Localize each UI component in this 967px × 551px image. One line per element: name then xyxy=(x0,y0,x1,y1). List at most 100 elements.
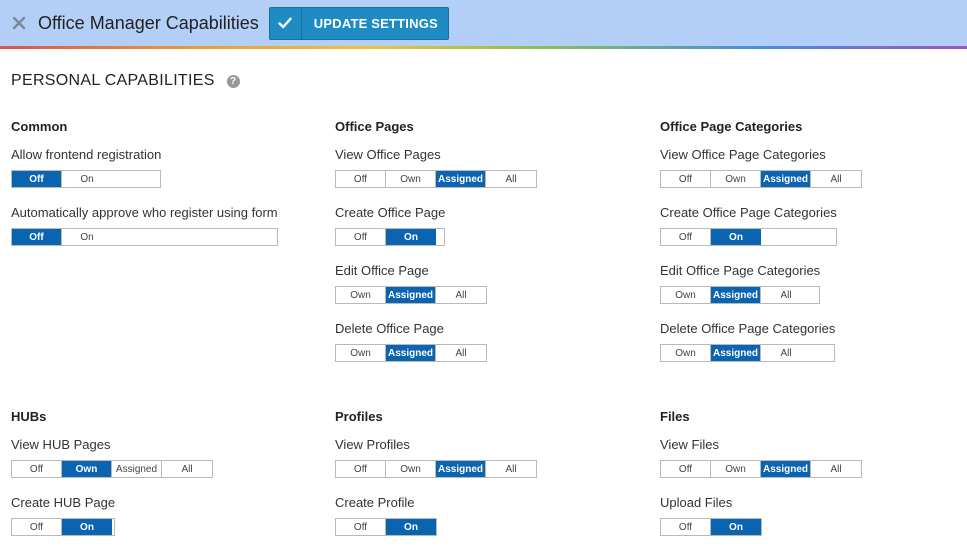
option-off[interactable]: Off xyxy=(12,519,62,535)
option-all[interactable]: All xyxy=(436,345,486,361)
section-title: PERSONAL CAPABILITIES xyxy=(11,72,215,89)
option-all[interactable]: All xyxy=(162,461,212,477)
capability-row: View Office Pages Off Own Assigned All xyxy=(335,147,537,188)
segmented-toggle: Off On xyxy=(660,518,762,536)
segmented-toggle: Off Own Assigned All xyxy=(335,170,537,188)
capability-label: View Files xyxy=(660,437,720,452)
segmented-toggle: Off On xyxy=(11,518,116,536)
option-assigned[interactable]: Assigned xyxy=(436,171,486,187)
option-assigned[interactable]: Assigned xyxy=(436,461,486,477)
group-title: Office Pages xyxy=(335,119,414,134)
group-office-pages: Office Pages View Office Pages Off Own Assi… xyxy=(335,119,635,362)
group-common: Common Allow frontend registration Off On A… xyxy=(11,119,311,246)
option-own[interactable]: Own xyxy=(711,461,761,477)
help-icon[interactable]: ? xyxy=(226,74,240,88)
segmented-toggle: Off Own Assigned All xyxy=(660,170,862,188)
group-title: Files xyxy=(660,409,690,424)
option-own[interactable]: Own xyxy=(386,461,436,477)
capability-row: Create Office Page Off On xyxy=(335,205,446,246)
group-title: Profiles xyxy=(335,409,383,424)
capability-label: View Office Pages xyxy=(335,147,441,162)
segmented-toggle: Off Own Assigned All xyxy=(660,460,862,478)
option-all[interactable]: All xyxy=(811,461,861,477)
segmented-toggle: Off Own Assigned All xyxy=(11,460,213,478)
group-hubs: HUBs View HUB Pages Off Own Assigned All Crea… xyxy=(11,409,311,536)
option-off[interactable]: Off xyxy=(12,229,62,245)
header-divider xyxy=(0,46,967,49)
option-off[interactable]: Off xyxy=(661,461,711,477)
option-all[interactable]: All xyxy=(436,287,486,303)
segmented-toggle: Own Assigned All xyxy=(660,344,836,362)
option-all[interactable]: All xyxy=(761,287,811,303)
group-title: HUBs xyxy=(11,409,47,424)
update-settings-label: UPDATE SETTINGS xyxy=(313,15,438,31)
option-off[interactable]: Off xyxy=(12,461,62,477)
capability-row: View Profiles Off Own Assigned All xyxy=(335,437,537,478)
option-own[interactable]: Own xyxy=(711,171,761,187)
capability-label: View HUB Pages xyxy=(11,437,111,452)
option-on[interactable]: On xyxy=(711,519,761,535)
segmented-toggle: Off On xyxy=(11,170,162,188)
group-office-page-categories: Office Page Categories View Office Page … xyxy=(660,119,960,362)
capability-label: Create Office Page Categories xyxy=(660,205,837,220)
option-all[interactable]: All xyxy=(486,171,536,187)
option-all[interactable]: All xyxy=(811,171,861,187)
option-off[interactable]: Off xyxy=(12,171,62,187)
capability-label: Delete Office Page xyxy=(335,321,444,336)
option-assigned[interactable]: Assigned xyxy=(711,287,761,303)
capability-row: Edit Office Page Categories Own Assigned Al… xyxy=(660,263,821,304)
group-title: Office Page Categories xyxy=(660,119,803,134)
option-on[interactable]: On xyxy=(62,229,112,245)
capability-row: Delete Office Page Own Assigned All xyxy=(335,321,487,362)
capability-label: Edit Office Page xyxy=(335,263,429,278)
capability-row: Create Profile Off On xyxy=(335,495,437,536)
option-off[interactable]: Off xyxy=(336,461,386,477)
group-title: Common xyxy=(11,119,68,134)
capability-label: Allow frontend registration xyxy=(11,147,162,162)
option-on[interactable]: On xyxy=(386,519,436,535)
option-on[interactable]: On xyxy=(62,519,112,535)
capability-row: Allow frontend registration Off On xyxy=(11,147,162,188)
option-off[interactable]: Off xyxy=(661,519,711,535)
capability-label: Delete Office Page Categories xyxy=(660,321,836,336)
capability-row: Edit Office Page Own Assigned All xyxy=(335,263,487,304)
option-on[interactable]: On xyxy=(62,171,112,187)
group-files: Files View Files Off Own Assigned All Upload … xyxy=(660,409,960,536)
capability-label: Upload Files xyxy=(660,495,733,510)
capability-label: View Profiles xyxy=(335,437,410,452)
option-off[interactable]: Off xyxy=(336,229,386,245)
option-assigned[interactable]: Assigned xyxy=(711,345,761,361)
close-icon[interactable] xyxy=(8,12,30,34)
update-settings-button[interactable]: UPDATE SETTINGS xyxy=(268,6,449,40)
option-off[interactable]: Off xyxy=(661,171,711,187)
option-off[interactable]: Off xyxy=(661,229,711,245)
option-on[interactable]: On xyxy=(711,229,761,245)
option-assigned[interactable]: Assigned xyxy=(386,287,436,303)
option-off[interactable]: Off xyxy=(336,171,386,187)
capability-row: Create Office Page Categories Off On xyxy=(660,205,837,246)
option-own[interactable]: Own xyxy=(661,287,711,303)
option-all[interactable]: All xyxy=(486,461,536,477)
check-icon xyxy=(270,7,302,39)
capability-label: Create Office Page xyxy=(335,205,446,220)
option-own[interactable]: Own xyxy=(62,461,112,477)
capability-row: View Files Off Own Assigned All xyxy=(660,437,862,478)
option-off[interactable]: Off xyxy=(336,519,386,535)
capability-row: View Office Page Categories Off Own Assigne… xyxy=(660,147,862,188)
option-own[interactable]: Own xyxy=(386,171,436,187)
option-assigned[interactable]: Assigned xyxy=(112,461,162,477)
capability-label: View Office Page Categories xyxy=(660,147,826,162)
segmented-toggle: Off On xyxy=(335,228,446,246)
option-own[interactable]: Own xyxy=(336,287,386,303)
option-on[interactable]: On xyxy=(386,229,436,245)
option-assigned[interactable]: Assigned xyxy=(386,345,436,361)
segmented-toggle: Off On xyxy=(660,228,837,246)
option-assigned[interactable]: Assigned xyxy=(761,171,811,187)
option-own[interactable]: Own xyxy=(661,345,711,361)
segmented-toggle: Off On xyxy=(335,518,437,536)
capability-row: Automatically approve who register using… xyxy=(11,205,278,246)
capability-label: Create Profile xyxy=(335,495,415,510)
option-own[interactable]: Own xyxy=(336,345,386,361)
option-assigned[interactable]: Assigned xyxy=(761,461,811,477)
option-all[interactable]: All xyxy=(761,345,811,361)
